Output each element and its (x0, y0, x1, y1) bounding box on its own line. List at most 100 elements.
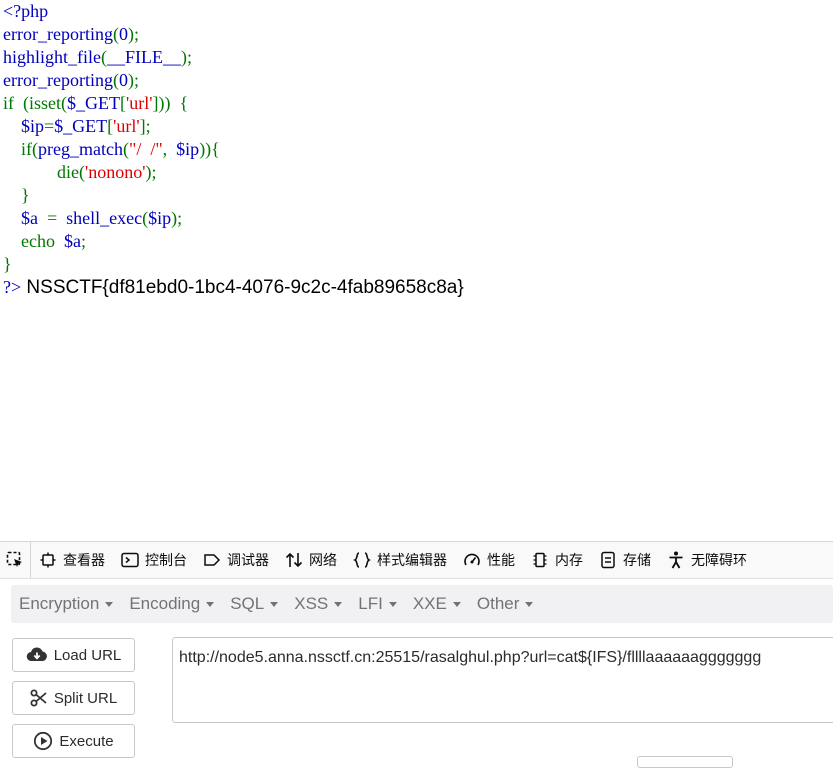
code-token: ; (80, 231, 86, 251)
memory-icon (531, 551, 549, 569)
split-url-label: Split URL (53, 689, 118, 707)
code-line: } (3, 253, 464, 276)
storage-icon (599, 551, 617, 569)
chevron-down-icon (270, 601, 279, 607)
tab-label: 性能 (487, 552, 515, 568)
code-token: die( (3, 162, 85, 182)
chevron-down-icon (334, 601, 343, 607)
inspector-icon (39, 551, 57, 569)
console-icon (121, 551, 139, 569)
load-url-button[interactable]: Load URL (12, 638, 135, 672)
code-token: if (isset( (3, 93, 67, 113)
code-token: $_GET (54, 116, 108, 136)
play-circle-icon (33, 731, 53, 751)
code-token: "/ /" (128, 139, 163, 159)
code-token: $ip (176, 139, 200, 159)
tab-accessibility[interactable]: 无障碍环 (659, 542, 755, 578)
php-source-code: <?php error_reporting(0); highlight_file(_… (3, 0, 464, 299)
code-token: ); (127, 24, 139, 44)
code-token: $_GET (66, 93, 120, 113)
code-token: ); (181, 47, 192, 67)
code-token: error_reporting (3, 24, 113, 44)
tab-label: 调试器 (227, 552, 269, 568)
tab-console[interactable]: 控制台 (113, 542, 195, 578)
menu-label: Encoding (129, 594, 201, 613)
menu-label: XXE (412, 594, 447, 613)
menu-encryption[interactable]: Encryption (11, 585, 121, 623)
tab-storage[interactable]: 存储 (591, 542, 659, 578)
menu-sql[interactable]: SQL (222, 585, 286, 623)
code-token: ]; (139, 116, 151, 136)
chevron-down-icon (206, 601, 215, 607)
code-line: highlight_file(__FILE__); (3, 46, 464, 69)
menu-label: Other (476, 594, 520, 613)
cloud-download-icon (26, 646, 48, 664)
code-token: ])) { (152, 93, 189, 113)
code-token: ); (171, 208, 183, 228)
code-token: $ip (3, 116, 45, 136)
accessibility-icon (667, 551, 685, 569)
element-picker-button[interactable] (0, 542, 31, 578)
menu-lfi[interactable]: LFI (350, 585, 405, 623)
code-token: 'url' (113, 116, 140, 136)
execute-button[interactable]: Execute (12, 724, 135, 758)
performance-icon (463, 551, 481, 569)
post-data-toggle[interactable] (637, 756, 733, 768)
chevron-down-icon (525, 601, 534, 607)
code-line: $a = shell_exec($ip); (3, 207, 464, 230)
code-token: 0 (118, 24, 128, 44)
code-token: )){ (199, 139, 220, 159)
tab-label: 网络 (309, 552, 337, 568)
code-line: if(preg_match("/ /", $ip)){ (3, 138, 464, 161)
tab-memory[interactable]: 内存 (523, 542, 591, 578)
tab-performance[interactable]: 性能 (455, 542, 523, 578)
code-line: ?> NSSCTF{df81ebd0-1bc4-4076-9c2c-4fab89… (3, 276, 464, 299)
code-token: 0 (118, 70, 128, 90)
chevron-down-icon (105, 601, 114, 607)
code-token: 'nonono' (84, 162, 146, 182)
code-token: = (47, 208, 67, 228)
code-token: $a (63, 231, 81, 251)
split-url-button[interactable]: Split URL (12, 681, 135, 715)
code-token: error_reporting (3, 70, 113, 90)
code-token: } (3, 185, 30, 205)
code-token: preg_match (38, 139, 123, 159)
code-line: } (3, 184, 464, 207)
code-token: __FILE__ (107, 47, 181, 67)
menu-label: Encryption (19, 594, 100, 613)
code-token: $a (3, 208, 47, 228)
chevron-down-icon (388, 601, 397, 607)
menu-other[interactable]: Other (469, 585, 542, 623)
style-editor-icon (353, 551, 371, 569)
code-line: error_reporting(0); (3, 23, 464, 46)
tab-label: 查看器 (63, 552, 105, 568)
chevron-down-icon (452, 601, 461, 607)
menu-label: XSS (294, 594, 329, 613)
tab-label: 内存 (555, 552, 583, 568)
code-token: <?php (3, 1, 49, 21)
code-token: if( (3, 139, 38, 159)
tab-style-editor[interactable]: 样式编辑器 (345, 542, 455, 578)
code-token: ); (127, 70, 139, 90)
debugger-icon (203, 551, 221, 569)
tab-label: 控制台 (145, 552, 187, 568)
code-token: } (3, 254, 12, 274)
code-token: = (44, 116, 55, 136)
menu-xss[interactable]: XSS (286, 585, 350, 623)
code-token: $ip (148, 208, 172, 228)
tab-debugger[interactable]: 调试器 (195, 542, 277, 578)
tab-label: 样式编辑器 (377, 552, 447, 568)
tab-inspector[interactable]: 查看器 (31, 542, 113, 578)
tab-label: 存储 (623, 552, 651, 568)
scissors-icon (30, 689, 48, 707)
hackbar-menu: Encryption Encoding SQL XSS LFI XXE Other (11, 585, 833, 623)
menu-encoding[interactable]: Encoding (121, 585, 222, 623)
url-textarea[interactable]: http://node5.anna.nssctf.cn:25515/rasalg… (172, 637, 833, 723)
execute-label: Execute (59, 732, 114, 750)
menu-xxe[interactable]: XXE (405, 585, 469, 623)
code-token: 'url' (125, 93, 153, 113)
tab-network[interactable]: 网络 (277, 542, 345, 578)
code-line: $ip=$_GET['url']; (3, 115, 464, 138)
menu-label: LFI (358, 594, 383, 613)
tab-label: 无障碍环 (691, 552, 747, 568)
